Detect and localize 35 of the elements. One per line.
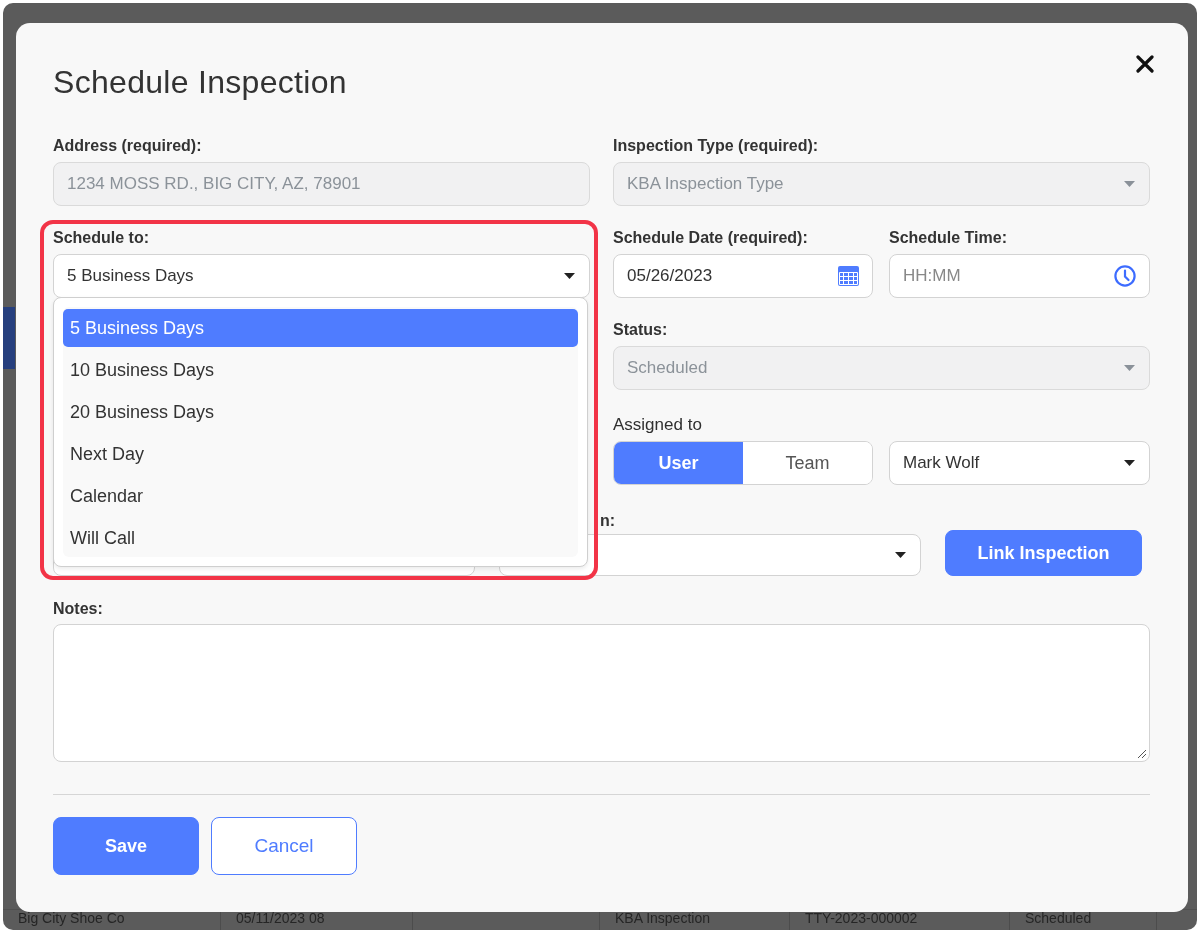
- dropdown-option[interactable]: 10 Business Days: [63, 351, 578, 389]
- close-icon[interactable]: [1136, 55, 1154, 73]
- cancel-button[interactable]: Cancel: [211, 817, 357, 875]
- clock-icon[interactable]: [1114, 265, 1136, 287]
- calendar-icon[interactable]: [838, 266, 859, 286]
- dropdown-option[interactable]: Calendar: [63, 477, 578, 515]
- dropdown-option[interactable]: 20 Business Days: [63, 393, 578, 431]
- field-label: Schedule to:: [53, 228, 150, 248]
- field-label: Schedule Date (required):: [613, 228, 809, 248]
- caret-icon: [895, 552, 906, 558]
- link-inspection-button[interactable]: Link Inspection: [945, 530, 1142, 576]
- field-label: Schedule Time:: [889, 228, 1008, 248]
- toggle-option[interactable]: User: [614, 442, 743, 484]
- caret-icon: [564, 273, 575, 279]
- field-label: Notes:: [53, 599, 104, 619]
- date-field[interactable]: 05/26/2023: [613, 254, 873, 298]
- dialog-title: Schedule Inspection: [53, 63, 347, 102]
- dropdown-option[interactable]: Next Day: [63, 435, 578, 473]
- time-field[interactable]: HH:MM: [889, 254, 1150, 298]
- notes-field[interactable]: [53, 624, 1150, 762]
- select-field[interactable]: Mark Wolf: [889, 441, 1150, 485]
- resize-handle-icon[interactable]: [1137, 749, 1147, 759]
- dropdown-option[interactable]: 5 Business Days: [63, 309, 578, 347]
- field-label: Status:: [613, 320, 669, 340]
- dropdown-option[interactable]: Will Call: [63, 519, 578, 557]
- field-label: Assigned to: [613, 415, 703, 435]
- field-label: Inspection Type (required):: [613, 136, 820, 156]
- caret-icon: [1124, 365, 1135, 371]
- select-field[interactable]: 5 Business Days: [53, 254, 590, 298]
- field-label: n:: [600, 511, 616, 531]
- panel-edge: [3, 307, 15, 369]
- caret-icon: [1124, 460, 1135, 466]
- caret-icon: [1124, 181, 1135, 187]
- field-label: Address (required):: [53, 136, 203, 156]
- save-button[interactable]: Save: [53, 817, 199, 875]
